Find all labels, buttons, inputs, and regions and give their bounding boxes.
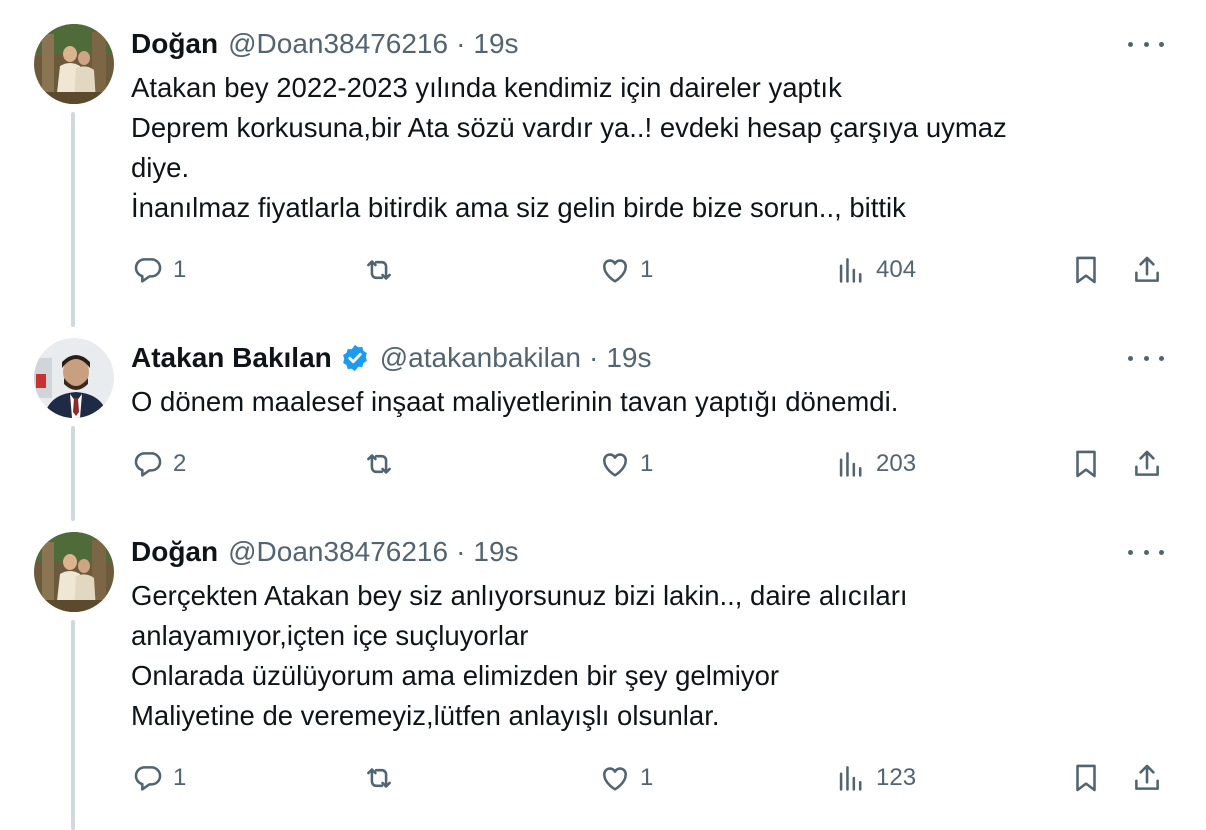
views-button[interactable]: 404 bbox=[834, 253, 916, 287]
share-button[interactable] bbox=[1130, 447, 1164, 481]
like-icon bbox=[603, 259, 627, 283]
view-count: 404 bbox=[876, 256, 917, 283]
reply-button[interactable]: 2 bbox=[131, 447, 186, 481]
retweet-icon bbox=[367, 768, 391, 788]
tweet-header: Doğan @Doan38476216 · 19s bbox=[131, 26, 519, 62]
tweet-actions: 2 1 203 bbox=[0, 447, 1206, 487]
like-count: 1 bbox=[640, 256, 654, 283]
like-icon bbox=[603, 453, 627, 477]
reply-icon bbox=[134, 452, 162, 477]
author-handle[interactable]: @Doan38476216 bbox=[228, 28, 448, 60]
avatar[interactable] bbox=[34, 24, 114, 104]
like-count: 1 bbox=[640, 450, 654, 477]
tweet-text-line: Gerçekten Atakan bey siz anlıyorsunuz bi… bbox=[131, 580, 908, 611]
retweet-button[interactable] bbox=[362, 761, 404, 795]
reply-button[interactable]: 1 bbox=[131, 253, 186, 287]
share-icon bbox=[1135, 450, 1159, 476]
tweet-header: Atakan Bakılan @atakanbakilan · 19s bbox=[131, 340, 651, 376]
bookmark-icon bbox=[1076, 256, 1096, 284]
retweet-button[interactable] bbox=[362, 253, 404, 287]
separator-dot: · bbox=[456, 28, 466, 59]
reply-count: 2 bbox=[173, 450, 187, 477]
retweet-button[interactable] bbox=[362, 447, 404, 481]
reply-count: 1 bbox=[173, 764, 187, 791]
tweet-header: Doğan @Doan38476216 · 19s bbox=[131, 534, 519, 570]
view-count: 123 bbox=[876, 764, 917, 791]
more-icon[interactable] bbox=[1128, 542, 1164, 562]
separator-dot: · bbox=[588, 342, 599, 373]
view-count: 203 bbox=[876, 450, 917, 477]
share-button[interactable] bbox=[1130, 761, 1164, 795]
like-button[interactable]: 1 bbox=[598, 761, 653, 795]
like-icon bbox=[603, 767, 627, 791]
views-icon bbox=[839, 452, 862, 477]
more-icon[interactable] bbox=[1128, 34, 1164, 54]
retweet-icon bbox=[367, 260, 391, 280]
bookmark-icon bbox=[1076, 450, 1096, 478]
author-name[interactable]: Atakan Bakılan bbox=[131, 342, 332, 374]
tweet-text-line: O dönem maalesef inşaat maliyetlerinin t… bbox=[131, 386, 899, 417]
reply-button[interactable]: 1 bbox=[131, 761, 186, 795]
views-icon bbox=[839, 258, 862, 283]
thread-line bbox=[71, 112, 75, 327]
tweet-text-line: diye. bbox=[131, 152, 190, 183]
reply-icon bbox=[134, 766, 162, 791]
tweet-time[interactable]: 19s bbox=[606, 342, 651, 374]
tweet-text-line: anlayamıyor,içten içe suçluyorlar bbox=[131, 620, 529, 651]
like-button[interactable]: 1 bbox=[598, 447, 653, 481]
tweet-text-line: Deprem korkusuna,bir Ata sözü vardır ya.… bbox=[131, 112, 1007, 143]
tweet-time[interactable]: 19s bbox=[473, 536, 518, 568]
bookmark-button[interactable] bbox=[1069, 761, 1103, 795]
reply-count: 1 bbox=[173, 256, 187, 283]
tweet-time[interactable]: 19s bbox=[473, 28, 518, 60]
more-icon[interactable] bbox=[1128, 348, 1164, 368]
tweet-text-line: İnanılmaz fiyatlarla bitirdik ama siz ge… bbox=[131, 192, 906, 223]
tweet-text-line: Onlarada üzülüyorum ama elimizden bir şe… bbox=[131, 660, 780, 691]
author-handle[interactable]: @Doan38476216 bbox=[228, 536, 448, 568]
verified-badge-icon[interactable] bbox=[340, 343, 370, 373]
avatar[interactable] bbox=[34, 338, 114, 418]
tweet-text: Atakan bey 2022-2023 yılında kendimiz iç… bbox=[131, 68, 1131, 228]
avatar[interactable] bbox=[34, 532, 114, 612]
tweet-text: O dönem maalesef inşaat maliyetlerinin t… bbox=[131, 382, 1131, 422]
views-icon bbox=[839, 766, 862, 791]
author-name[interactable]: Doğan bbox=[131, 536, 218, 568]
retweet-icon bbox=[367, 454, 391, 474]
views-button[interactable]: 203 bbox=[834, 447, 916, 481]
bookmark-button[interactable] bbox=[1069, 253, 1103, 287]
views-button[interactable]: 123 bbox=[834, 761, 916, 795]
share-button[interactable] bbox=[1130, 253, 1164, 287]
tweet-text: Gerçekten Atakan bey siz anlıyorsunuz bi… bbox=[131, 576, 1131, 736]
share-icon bbox=[1135, 764, 1159, 790]
tweet-actions: 1 1 404 bbox=[0, 253, 1206, 293]
tweet-text-line: Maliyetine de veremeyiz,lütfen anlayışlı… bbox=[131, 700, 720, 731]
reply-icon bbox=[134, 258, 162, 283]
bookmark-icon bbox=[1076, 764, 1096, 792]
separator-dot: · bbox=[456, 536, 466, 567]
share-icon bbox=[1135, 256, 1159, 282]
author-name[interactable]: Doğan bbox=[131, 28, 218, 60]
author-handle[interactable]: @atakanbakilan bbox=[380, 342, 581, 374]
bookmark-button[interactable] bbox=[1069, 447, 1103, 481]
like-button[interactable]: 1 bbox=[598, 253, 653, 287]
tweet-actions: 1 1 123 bbox=[0, 761, 1206, 801]
like-count: 1 bbox=[640, 764, 654, 791]
tweet-text-line: Atakan bey 2022-2023 yılında kendimiz iç… bbox=[131, 72, 842, 103]
